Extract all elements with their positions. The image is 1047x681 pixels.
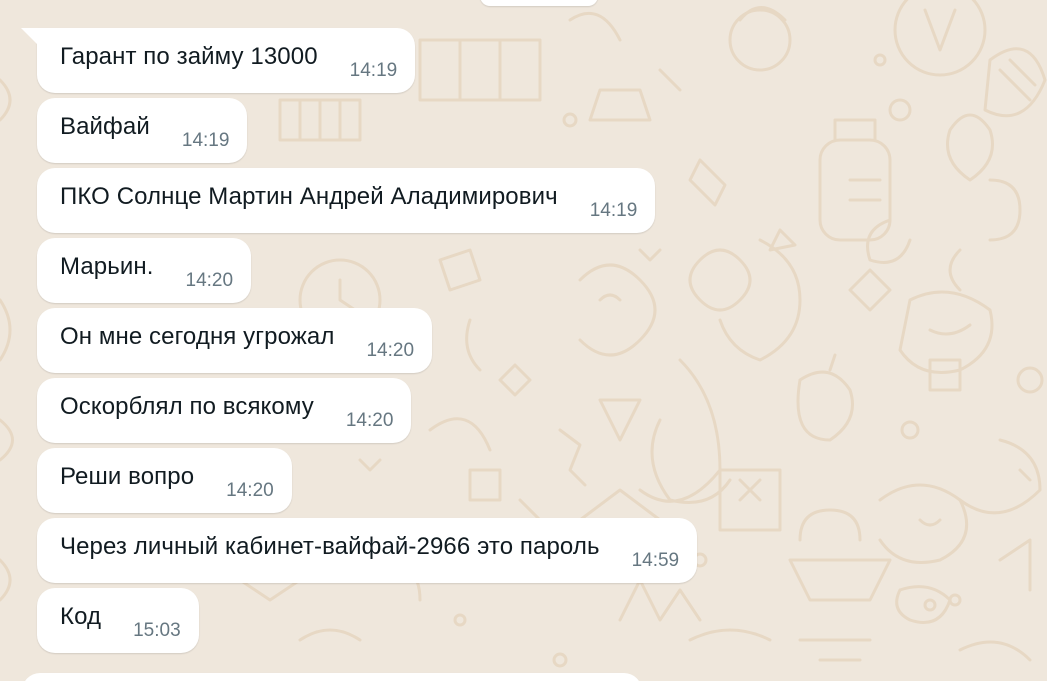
- message-bubble[interactable]: Он мне сегодня угрожал 14:20: [37, 308, 433, 373]
- message-bubble[interactable]: Реши вопро 14:20: [37, 448, 292, 513]
- message-list: Гарант по займу 13000 14:19 Вайфай 14:19…: [0, 0, 1047, 681]
- message-time: 14:20: [345, 410, 394, 431]
- message-bubble[interactable]: Через личный кабинет-вайфай-2966 это пар…: [37, 518, 698, 583]
- message-time: 14:20: [226, 480, 274, 501]
- message-text: Марьин.: [60, 253, 154, 280]
- message-text: Гарант по займу 13000: [60, 43, 318, 70]
- message-bubble-partial[interactable]: [22, 673, 642, 681]
- message-time: 14:59: [631, 550, 680, 571]
- message-text: Через личный кабинет-вайфай-2966 это пар…: [60, 533, 600, 560]
- message-text: Оскорблял по всякому: [60, 393, 314, 420]
- message-bubble[interactable]: Марьин. 14:20: [37, 238, 252, 303]
- message-time: 14:19: [181, 130, 230, 151]
- message-text: ПКО Солнце Мартин Андрей Аладимирович: [60, 183, 558, 210]
- message-bubble[interactable]: Код 15:03: [37, 588, 199, 653]
- message-time: 14:20: [366, 340, 415, 361]
- message-text: Он мне сегодня угрожал: [60, 323, 335, 350]
- message-time: 14:19: [349, 60, 398, 81]
- message-bubble[interactable]: Гарант по займу 13000 14:19: [20, 28, 416, 93]
- message-text: Реши вопро: [60, 463, 195, 490]
- message-bubble[interactable]: ПКО Солнце Мартин Андрей Аладимирович 14…: [37, 168, 656, 233]
- message-text: Код: [60, 603, 102, 630]
- message-time: 15:03: [133, 620, 181, 641]
- message-time: 14:19: [589, 200, 638, 221]
- message-bubble[interactable]: Вайфай 14:19: [37, 98, 248, 163]
- message-time: 14:20: [185, 270, 234, 291]
- message-text: Вайфай: [60, 113, 150, 140]
- chat-area[interactable]: Гарант по займу 13000 14:19 Вайфай 14:19…: [0, 0, 1047, 681]
- message-bubble[interactable]: Оскорблял по всякому 14:20: [37, 378, 412, 443]
